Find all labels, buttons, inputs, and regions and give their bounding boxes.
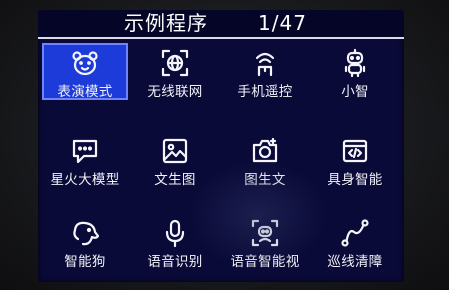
vision-assistant-icon — [250, 218, 280, 248]
menu-item-label: 手机遥控 — [237, 84, 293, 100]
menu-item-image-to-text[interactable]: 图生文 — [222, 131, 308, 188]
menu-item-label: 智能狗 — [64, 254, 106, 270]
title-divider — [38, 37, 404, 39]
menu-item-line-following[interactable]: 巡线清障 — [312, 213, 398, 270]
menu-item-label: 小智 — [341, 84, 369, 100]
menu-item-voice-vision[interactable]: 语音智能视 — [222, 213, 308, 270]
menu-item-performance-mode[interactable]: 表演模式 — [42, 43, 128, 100]
menu-item-label: 图生文 — [244, 172, 286, 188]
chat-bubble-icon — [70, 136, 100, 166]
code-window-icon — [340, 136, 370, 166]
signal-antenna-icon — [250, 48, 280, 78]
page-indicator: 1/47 — [258, 11, 307, 35]
device-screen: 示例程序 1/47 表演模式 无线联网 手机遥控 小智 星火大模型 文生图 图生… — [38, 10, 404, 282]
menu-item-label: 语音识别 — [147, 254, 203, 270]
menu-item-label: 语音智能视 — [230, 254, 300, 270]
picture-icon — [160, 136, 190, 166]
microphone-icon — [160, 218, 190, 248]
menu-item-smart-dog[interactable]: 智能狗 — [42, 213, 128, 270]
camera-icon — [250, 136, 280, 166]
menu-item-speech-recognition[interactable]: 语音识别 — [132, 213, 218, 270]
page-title: 示例程序 — [124, 11, 208, 35]
bear-face-icon — [70, 48, 100, 78]
menu-item-label: 无线联网 — [147, 84, 203, 100]
menu-item-spark-model[interactable]: 星火大模型 — [42, 131, 128, 188]
menu-item-xiaozhi[interactable]: 小智 — [312, 43, 398, 100]
menu-item-label: 文生图 — [154, 172, 196, 188]
dog-icon — [70, 218, 100, 248]
title-bar: 示例程序 1/47 — [38, 10, 404, 37]
menu-item-label: 巡线清障 — [327, 254, 383, 270]
menu-item-text-to-image[interactable]: 文生图 — [132, 131, 218, 188]
robot-icon — [340, 48, 370, 78]
menu-item-phone-remote[interactable]: 手机遥控 — [222, 43, 308, 100]
app-menu-grid: 表演模式 无线联网 手机遥控 小智 星火大模型 文生图 图生文 具身智能 智能狗… — [38, 42, 404, 282]
menu-item-label: 星火大模型 — [50, 172, 120, 188]
line-path-icon — [340, 218, 370, 248]
menu-item-wireless-network[interactable]: 无线联网 — [132, 43, 218, 100]
menu-item-label: 具身智能 — [327, 172, 383, 188]
menu-item-embodied-intelligence[interactable]: 具身智能 — [312, 131, 398, 188]
globe-network-icon — [160, 48, 190, 78]
menu-item-label: 表演模式 — [57, 84, 113, 100]
